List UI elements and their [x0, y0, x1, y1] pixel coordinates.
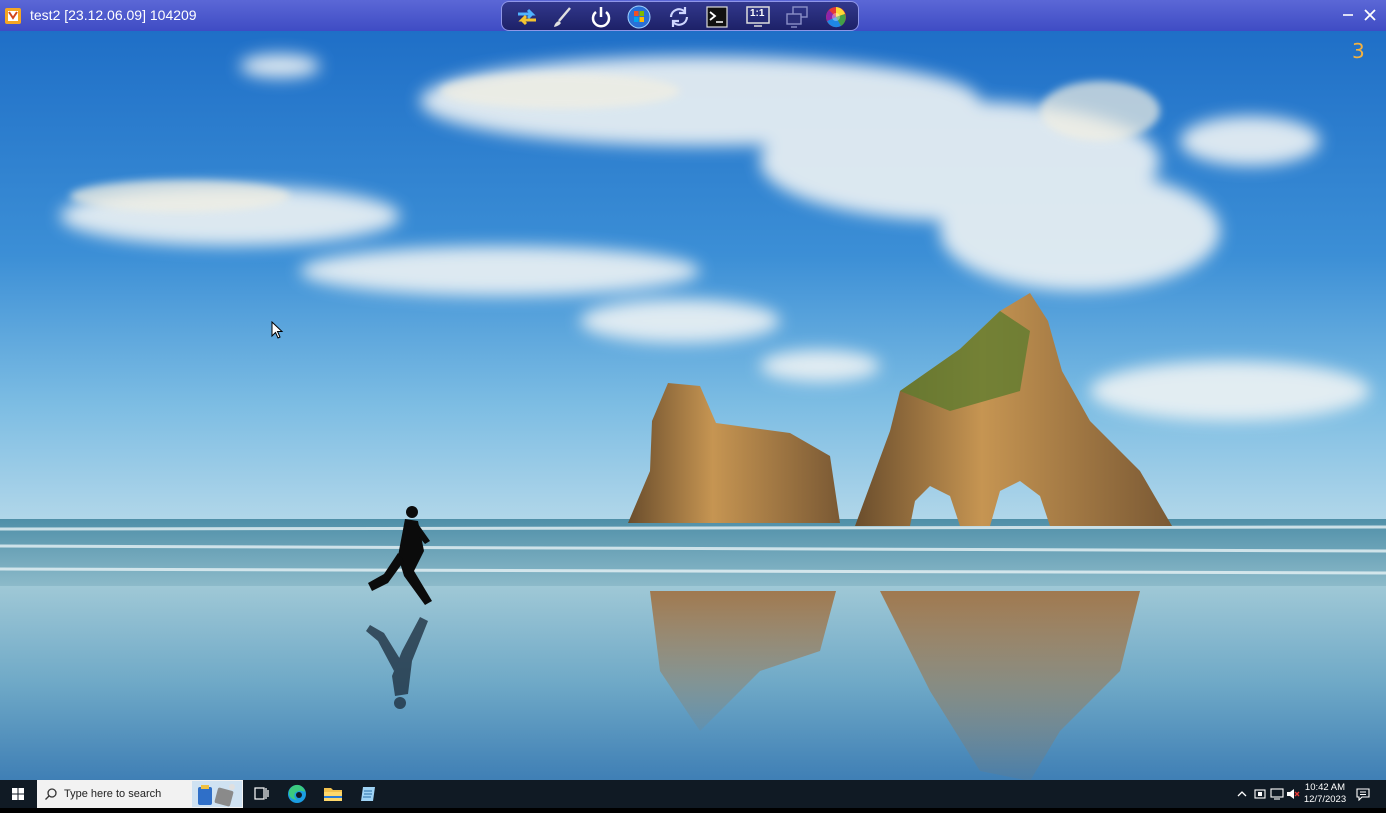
notification-icon[interactable] — [1356, 787, 1370, 801]
mouse-cursor-icon — [271, 321, 284, 339]
file-explorer-icon — [324, 788, 342, 801]
search-placeholder: Type here to search — [64, 788, 162, 800]
edge-browser-icon — [288, 784, 306, 803]
window-title: test2 [23.12.06.09] 104209 — [30, 7, 197, 23]
brush-icon[interactable] — [550, 5, 576, 29]
network-icon[interactable] — [1270, 787, 1284, 801]
refresh-icon[interactable] — [666, 5, 692, 29]
multi-monitor-icon[interactable] — [784, 5, 810, 29]
search-highlight-image — [192, 781, 242, 807]
remote-app-logo-icon — [5, 8, 21, 24]
remote-toolbar: 1:1 — [501, 1, 859, 31]
color-wheel-icon[interactable] — [823, 5, 849, 29]
windows-start-orb-icon[interactable] — [626, 5, 652, 29]
task-view-button[interactable] — [244, 780, 278, 808]
beach-rocks-runner-wallpaper — [0, 31, 1386, 780]
power-icon[interactable] — [588, 5, 614, 29]
taskbar: Type here to search 10:42 AM 12/7/2023 — [0, 780, 1386, 808]
clock-time: 10:42 AM — [1304, 782, 1346, 793]
close-icon[interactable] — [1359, 4, 1381, 26]
chevron-up-icon[interactable] — [1235, 787, 1249, 801]
search-icon — [45, 788, 57, 800]
system-clock[interactable]: 10:42 AM 12/7/2023 — [1298, 782, 1352, 806]
actual-size-label: 1:1 — [750, 8, 765, 19]
switch-arrows-icon[interactable] — [514, 5, 540, 29]
task-view-icon — [254, 787, 269, 800]
start-button[interactable] — [0, 780, 36, 808]
file-explorer-button[interactable] — [316, 780, 350, 808]
windows-start-icon — [12, 788, 24, 800]
notepad-icon — [361, 787, 375, 801]
window-titlebar[interactable]: test2 [23.12.06.09] 104209 1:1 — [0, 0, 1386, 31]
clock-date: 12/7/2023 — [1303, 794, 1347, 805]
device-icon[interactable] — [1253, 787, 1267, 801]
edge-browser-button[interactable] — [280, 780, 314, 808]
actual-size-button[interactable]: 1:1 — [745, 5, 771, 29]
monitor-number: 3 — [1352, 39, 1365, 63]
minimize-icon[interactable] — [1337, 4, 1359, 26]
remote-desktop[interactable]: 3 — [0, 31, 1386, 780]
notepad-button[interactable] — [351, 780, 385, 808]
terminal-icon[interactable] — [704, 5, 730, 29]
